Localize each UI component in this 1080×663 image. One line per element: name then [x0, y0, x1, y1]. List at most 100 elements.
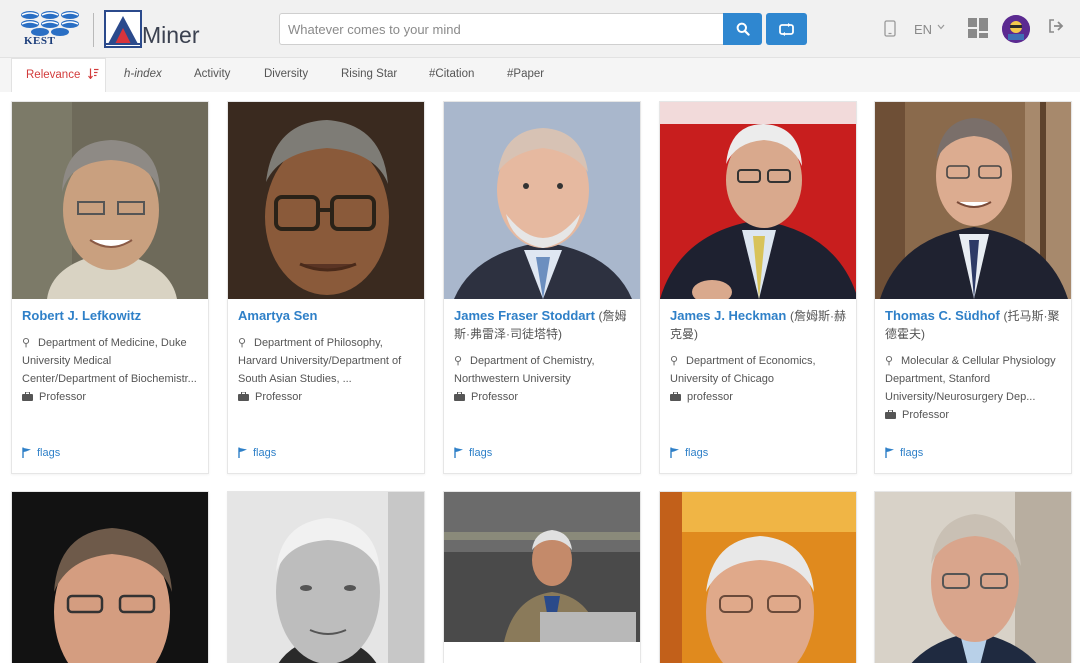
- scholar-name[interactable]: Thomas C. Südhof (托马斯·聚德霍夫): [885, 307, 1069, 343]
- scholar-card[interactable]: [874, 491, 1072, 663]
- scholar-affiliation-text: Department of Philosophy, Harvard Univer…: [238, 337, 402, 385]
- scholar-photo[interactable]: [660, 102, 856, 299]
- logo-divider: [93, 13, 94, 47]
- scholar-affiliation: ⚲ Department of Chemistry, Northwestern U…: [454, 352, 636, 388]
- flags-label: flags: [685, 447, 709, 459]
- scholar-position-text: Professor: [471, 391, 519, 403]
- chevron-down-icon[interactable]: [937, 24, 945, 30]
- location-icon: ⚲: [670, 355, 679, 367]
- scholar-name[interactable]: Amartya Sen: [238, 307, 422, 325]
- tab-citation-label: #Citation: [429, 68, 475, 80]
- scholar-affiliation: ⚲ Department of Medicine, Duke University…: [22, 334, 204, 388]
- tab-h-index-label: h-index: [124, 68, 162, 80]
- tab-activity-label: Activity: [194, 68, 231, 80]
- scholar-photo[interactable]: [228, 492, 424, 663]
- briefcase-icon: [670, 391, 681, 401]
- tab-citation[interactable]: #Citation: [429, 58, 474, 92]
- flag-icon: [22, 447, 31, 458]
- swap-icon: [779, 22, 794, 36]
- tab-diversity[interactable]: Diversity: [264, 58, 308, 92]
- scholar-name-text: Amartya Sen: [238, 308, 318, 323]
- flag-icon: [454, 447, 463, 458]
- briefcase-icon: [454, 391, 465, 401]
- logout-icon[interactable]: [1048, 19, 1064, 33]
- scholar-position-text: Professor: [255, 391, 303, 403]
- flags-label: flags: [253, 447, 277, 459]
- flags-label: flags: [469, 447, 493, 459]
- briefcase-icon: [22, 391, 33, 401]
- scholar-position: Professor: [454, 389, 518, 405]
- scholar-affiliation: ⚲ Department of Economics, University of …: [670, 352, 852, 388]
- flags-link[interactable]: flags: [454, 447, 492, 459]
- scholar-name-text: James Fraser Stoddart: [454, 308, 595, 323]
- location-icon: ⚲: [454, 355, 463, 367]
- scholar-card[interactable]: Amartya Sen ⚲ Department of Philosophy, H…: [227, 101, 425, 474]
- user-avatar[interactable]: [1002, 15, 1030, 43]
- scholar-card[interactable]: James Fraser Stoddart (詹姆斯·弗雷泽·司徒塔特) ⚲ De…: [443, 101, 641, 474]
- scholar-photo[interactable]: [660, 492, 856, 663]
- flags-label: flags: [37, 447, 61, 459]
- search-icon: [736, 22, 750, 36]
- tab-relevance-label: Relevance: [26, 69, 81, 81]
- scholar-grid: Robert J. Lefkowitz ⚲ Department of Medic…: [0, 92, 1080, 663]
- flag-icon: [885, 447, 894, 458]
- scholar-photo[interactable]: [12, 102, 208, 299]
- scholar-affiliation-text: Department of Economics, University of C…: [670, 355, 816, 385]
- location-icon: ⚲: [238, 337, 247, 349]
- scholar-affiliation-text: Department of Chemistry, Northwestern Un…: [454, 355, 595, 385]
- scholar-position-text: Professor: [39, 391, 87, 403]
- tab-rising-star-label: Rising Star: [341, 68, 398, 80]
- scholar-position: Professor: [885, 407, 949, 423]
- dashboard-icon[interactable]: [968, 18, 988, 38]
- scholar-affiliation-text: Department of Medicine, Duke University …: [22, 337, 197, 385]
- scholar-affiliation-text: Molecular & Cellular Physiology Departme…: [885, 355, 1056, 403]
- scholar-name[interactable]: James J. Heckman (詹姆斯·赫克曼): [670, 307, 854, 343]
- flags-link[interactable]: flags: [22, 447, 60, 459]
- scholar-photo[interactable]: [228, 102, 424, 299]
- flags-link[interactable]: flags: [670, 447, 708, 459]
- tab-h-index[interactable]: h-index: [124, 58, 162, 92]
- kest-logo-text: KEST: [24, 35, 56, 47]
- switch-search-button[interactable]: [766, 13, 807, 45]
- scholar-card[interactable]: James J. Heckman (詹姆斯·赫克曼) ⚲ Department o…: [659, 101, 857, 474]
- scholar-photo[interactable]: [12, 492, 208, 663]
- scholar-card[interactable]: [227, 491, 425, 663]
- scholar-card[interactable]: [659, 491, 857, 663]
- scholar-name[interactable]: Robert J. Lefkowitz: [22, 307, 206, 325]
- tab-rising-star[interactable]: Rising Star: [341, 58, 397, 92]
- tab-activity[interactable]: Activity: [194, 58, 230, 92]
- location-icon: ⚲: [22, 337, 31, 349]
- mobile-icon[interactable]: [884, 20, 896, 37]
- tab-relevance[interactable]: Relevance: [11, 58, 106, 92]
- flag-icon: [670, 447, 679, 458]
- scholar-photo[interactable]: [875, 102, 1071, 299]
- sort-icon: [87, 68, 99, 80]
- scholar-photo[interactable]: [444, 102, 640, 299]
- flags-label: flags: [900, 447, 924, 459]
- aminer-logo-text: Miner: [142, 22, 200, 48]
- flags-link[interactable]: flags: [238, 447, 276, 459]
- scholar-photo[interactable]: [875, 492, 1071, 663]
- flags-link[interactable]: flags: [885, 447, 923, 459]
- kest-logo[interactable]: KEST: [18, 9, 84, 49]
- location-icon: ⚲: [885, 355, 894, 367]
- tab-paper-label: #Paper: [507, 68, 545, 80]
- scholar-photo[interactable]: [444, 492, 640, 642]
- scholar-name[interactable]: James Fraser Stoddart (詹姆斯·弗雷泽·司徒塔特): [454, 307, 638, 343]
- scholar-card[interactable]: Robert J. Lefkowitz ⚲ Department of Medic…: [11, 101, 209, 474]
- search-button[interactable]: [723, 13, 762, 45]
- scholar-name-text: James J. Heckman: [670, 308, 787, 323]
- scholar-position-text: professor: [687, 391, 733, 403]
- language-selector[interactable]: EN: [914, 22, 932, 37]
- scholar-name-text: Thomas C. Südhof: [885, 308, 1000, 323]
- scholar-card[interactable]: Thomas C. Südhof (托马斯·聚德霍夫) ⚲ Molecular &…: [874, 101, 1072, 474]
- scholar-card[interactable]: [443, 491, 641, 663]
- search-input[interactable]: [279, 13, 723, 45]
- aminer-logo[interactable]: Miner: [104, 10, 204, 50]
- scholar-position: Professor: [22, 389, 86, 405]
- tab-paper[interactable]: #Paper: [507, 58, 544, 92]
- scholar-position-text: Professor: [902, 409, 950, 421]
- briefcase-icon: [238, 391, 249, 401]
- sort-tabs: Relevance h-index Activity Diversity Ris…: [11, 58, 1080, 92]
- scholar-card[interactable]: [11, 491, 209, 663]
